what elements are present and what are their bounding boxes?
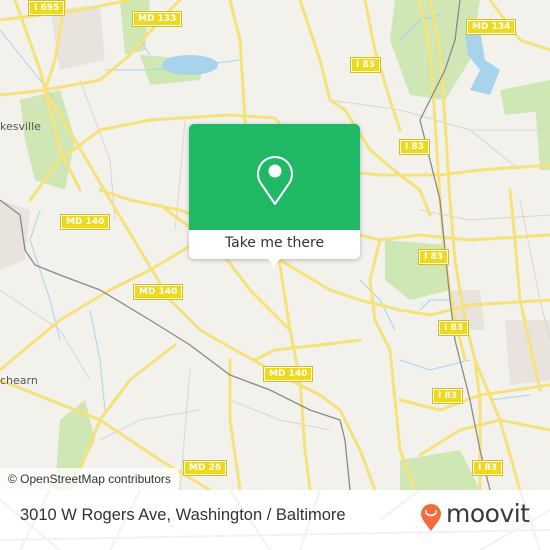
moovit-pin-smile-icon [421,504,441,531]
place-label-milford-mill: chearn [0,374,38,387]
address-text: 3010 W Rogers Ave, Washington / Baltimor… [20,506,346,524]
road-shield-md140: MD 140 [262,366,314,382]
location-popup: Take me there [189,124,360,266]
road-shield-md140: MD 140 [132,284,184,300]
road-shield-i83: I 83 [417,249,450,265]
place-label-pikesville: kesville [0,120,41,133]
moovit-wordmark: moovit [446,499,530,528]
road-shield-md133: MD 133 [131,11,183,27]
road-shield-i83: I 83 [437,320,470,336]
footer-bar: 3010 W Rogers Ave, Washington / Baltimor… [0,490,550,550]
road-shield-i695: I 695 [27,0,66,16]
map-attribution[interactable]: © OpenStreetMap contributors [0,468,179,490]
map-view[interactable]: I 695 MD 133 MD 134 I 83 I 83 I 83 I 83 … [0,0,550,490]
map-pin-icon [257,156,293,205]
popup-pointer [266,257,282,266]
road-shield-i83: I 83 [431,388,464,404]
road-shield-md26: MD 26 [182,460,228,476]
popup-header [189,124,360,230]
road-shield-i83: I 83 [471,460,504,476]
road-shield-i83: I 83 [398,139,431,155]
road-shield-md140: MD 140 [59,214,111,230]
road-shield-md134: MD 134 [465,19,517,35]
take-me-there-button[interactable]: Take me there [189,230,360,259]
road-shield-i83: I 83 [349,57,382,73]
